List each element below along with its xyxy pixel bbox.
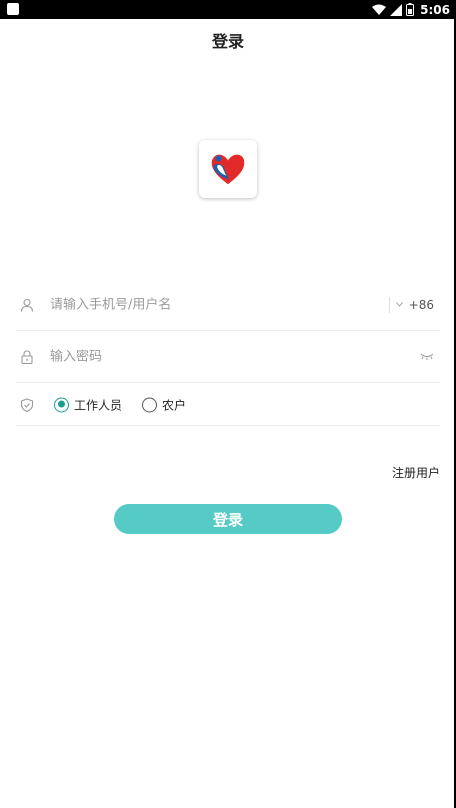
divider (388, 296, 390, 313)
battery-icon (406, 3, 415, 16)
role-label-farmer: 农户 (162, 398, 187, 412)
lock-icon (21, 349, 33, 364)
shield-icon (20, 397, 34, 412)
radio-unchecked-icon (142, 397, 158, 412)
user-icon (20, 298, 34, 312)
chevron-down-icon (395, 302, 403, 307)
status-bar: 5:06 (0, 0, 456, 19)
status-time: 5:06 (420, 2, 450, 17)
login-button[interactable]: 登录 (114, 504, 342, 534)
role-row: 工作人员 农户 (16, 384, 440, 426)
app-logo (199, 140, 257, 198)
password-row (16, 331, 440, 383)
role-radio-staff[interactable]: 工作人员 (54, 396, 122, 413)
country-code: +86 (408, 297, 434, 312)
radio-checked-icon (54, 397, 69, 412)
role-label-staff: 工作人员 (74, 398, 123, 412)
page-title: 登录 (211, 32, 244, 51)
username-row: +86 (16, 279, 440, 331)
heart-logo-icon (211, 154, 245, 185)
password-input[interactable] (50, 349, 380, 364)
status-icons: 5:06 (372, 1, 450, 18)
eye-closed-icon[interactable] (420, 353, 434, 361)
role-radio-group: 工作人员 农户 (54, 396, 186, 413)
wifi-icon (372, 4, 387, 15)
register-link[interactable]: 注册用户 (392, 464, 440, 481)
notification-icon (7, 3, 19, 15)
role-radio-farmer[interactable]: 农户 (142, 396, 186, 413)
username-input[interactable] (50, 297, 380, 312)
country-code-selector[interactable]: +86 (388, 296, 434, 313)
signal-icon (390, 3, 403, 16)
